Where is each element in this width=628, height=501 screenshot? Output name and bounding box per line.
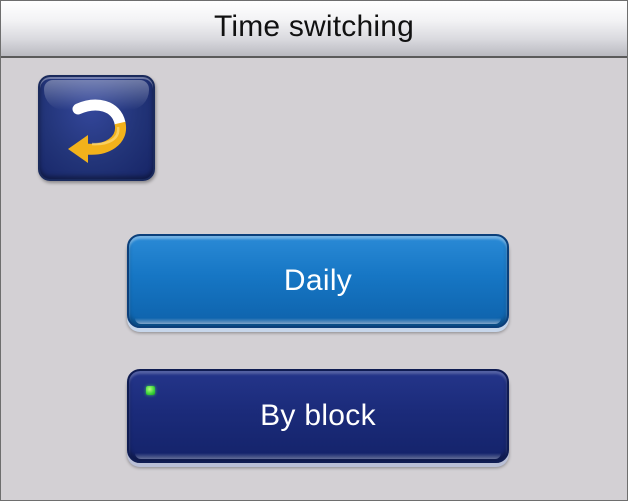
- title-bar: Time switching: [1, 1, 627, 58]
- daily-button[interactable]: Daily: [127, 234, 509, 328]
- by-block-button[interactable]: By block: [127, 369, 509, 463]
- by-block-button-label: By block: [260, 399, 376, 432]
- selected-indicator-icon: [146, 386, 155, 395]
- page-title: Time switching: [213, 9, 415, 43]
- daily-button-label: Daily: [283, 264, 353, 297]
- screen-frame: Time switching Daily By block: [0, 0, 628, 501]
- back-button[interactable]: [38, 75, 155, 181]
- u-turn-back-arrow-icon: [68, 99, 126, 163]
